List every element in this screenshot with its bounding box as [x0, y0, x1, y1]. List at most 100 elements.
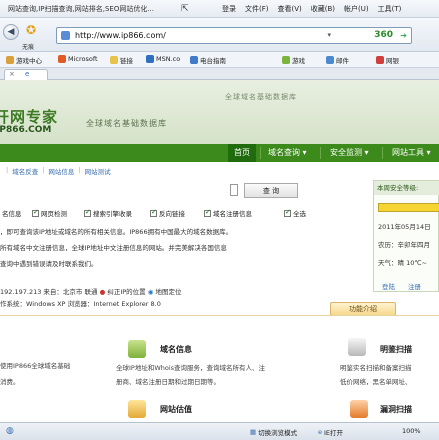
- left-text-line: 消费。: [0, 378, 20, 386]
- site-slogan: 全球域名基础数据库: [86, 119, 167, 128]
- menu-account[interactable]: 帐户(U): [344, 4, 369, 14]
- checkbox-icon[interactable]: [32, 208, 39, 217]
- checkbox-whois[interactable]: 域名注册信息: [204, 208, 252, 218]
- status-label: 切换浏览模式: [258, 429, 298, 437]
- menu-view[interactable]: 查看(V): [278, 4, 302, 14]
- divider: |: [42, 166, 45, 174]
- go-arrow-icon[interactable]: ➔: [400, 31, 407, 40]
- correct-ip-link[interactable]: 纠正IP的位置: [107, 288, 145, 296]
- security-level-label: 本周安全等级:: [374, 181, 439, 195]
- nav-security[interactable]: 安全监测 ▾: [330, 144, 369, 162]
- bookmark-label: 游戏中心: [16, 57, 42, 65]
- search-input[interactable]: [230, 184, 238, 196]
- favorites-label: 无痕: [22, 44, 35, 51]
- url-text[interactable]: http://www.ip866.com/: [75, 31, 166, 40]
- page-icon: [61, 31, 70, 40]
- bookmark-label: 游戏: [292, 57, 305, 65]
- security-calendar-widget: 本周安全等级: 2011年05月14日 农历：辛卯年四月 天气：晴 10℃~ 登…: [373, 180, 439, 292]
- nav-web-tools[interactable]: 网站工具 ▾: [392, 144, 431, 162]
- menu-tools[interactable]: 工具(T): [378, 4, 402, 14]
- features-divider: [0, 315, 439, 316]
- menu-login[interactable]: 登录: [222, 4, 236, 14]
- features-tab[interactable]: 功能介绍: [330, 302, 396, 316]
- checkbox-icon[interactable]: [150, 208, 157, 217]
- subnav-site-info[interactable]: 网站信息: [48, 166, 74, 178]
- error-icon: ●: [99, 288, 106, 296]
- switch-icon: ▦: [250, 428, 257, 436]
- register-link[interactable]: 注册: [408, 281, 421, 291]
- address-bar[interactable]: http://www.ip866.com/ ▾ 360 ➔: [56, 27, 412, 44]
- bookmark-games-center[interactable]: 游戏中心: [6, 55, 42, 65]
- domain-info-icon: [128, 340, 146, 358]
- checkbox-icon[interactable]: [84, 208, 91, 217]
- menu-favorites[interactable]: 收藏(B): [311, 4, 335, 14]
- feature-title-valuation[interactable]: 网站估值: [160, 404, 192, 415]
- calendar-date: 2011年05月14日: [378, 223, 431, 231]
- games-icon: [6, 56, 14, 64]
- bookmark-radio[interactable]: 电台指南: [190, 55, 226, 65]
- nav-divider: [382, 147, 383, 159]
- checkbox-backlinks[interactable]: 反向链接: [150, 208, 185, 218]
- checkbox-label: 搜索引擎收录: [93, 210, 132, 218]
- search-button[interactable]: 查 询: [244, 183, 298, 198]
- bookmark-game[interactable]: 游戏: [282, 55, 305, 65]
- checkbox-webpage-check[interactable]: 网页检测: [32, 208, 67, 218]
- folder-icon: [110, 56, 118, 64]
- radio-icon: [190, 56, 198, 64]
- bank-icon: [376, 56, 384, 64]
- bookmark-bank[interactable]: 网银: [376, 55, 399, 65]
- nav-home[interactable]: 首页: [228, 144, 256, 162]
- switch-mode-button[interactable]: ▦ 切换浏览模式: [250, 427, 297, 437]
- nav-domain-query[interactable]: 域名查询 ▾: [268, 144, 307, 162]
- feature-title-domain[interactable]: 域名信息: [160, 344, 192, 355]
- bookmark-msn[interactable]: MSN.co: [146, 55, 180, 63]
- bookmark-label: 电台指南: [200, 57, 226, 65]
- os-browser-info: 作系统：Windows XP 浏览器：Internet Explorer 8.0: [0, 300, 161, 308]
- feature-title-scan[interactable]: 明鉴扫描: [380, 344, 412, 355]
- open-in-ie-button[interactable]: e IE打开: [318, 427, 343, 437]
- bookmark-links[interactable]: 链接: [110, 55, 133, 65]
- nav-divider: [260, 147, 261, 159]
- favorites-star-icon[interactable]: ✪: [26, 23, 36, 37]
- menu-file[interactable]: 文件(F): [245, 4, 269, 14]
- checkbox-icon[interactable]: [204, 208, 211, 217]
- checkbox-label: 网页检测: [41, 210, 67, 218]
- checkbox-label: 反向链接: [159, 210, 185, 218]
- zoom-level[interactable]: 100%: [402, 427, 421, 435]
- msn-icon: [146, 55, 154, 63]
- dropdown-icon[interactable]: ▾: [327, 31, 331, 39]
- left-text-line: 使用IP866全球域名基础: [0, 362, 71, 370]
- login-link[interactable]: 登陆: [382, 281, 395, 291]
- bookmarks-bar: 游戏中心 Microsoft 链接 MSN.co 电台指南 游戏 邮件 网银: [0, 52, 439, 68]
- bookmark-mail[interactable]: 邮件: [326, 55, 349, 65]
- tab-current[interactable]: × e: [4, 69, 48, 80]
- site-slogan-watermark: 全球域名基础数据库: [225, 93, 297, 101]
- description-line: ，即可查询该IP地址或域名的所有相关信息。IP866拥有中国最大的域名数据库。: [0, 228, 233, 236]
- menu-bar: 登录 文件(F) 查看(V) 收藏(B) 帐户(U) 工具(T): [222, 4, 401, 14]
- nav-divider: [320, 147, 321, 159]
- bookmark-label: 邮件: [336, 57, 349, 65]
- ie-icon: e: [25, 70, 30, 78]
- checkbox-search-index[interactable]: 搜索引擎收录: [84, 208, 132, 218]
- subnav-domain-reverse[interactable]: 域名反查: [12, 166, 38, 178]
- checkbox-icon[interactable]: [284, 208, 291, 217]
- subnav-site-test[interactable]: 网站测试: [85, 166, 111, 178]
- ie-icon: e: [318, 428, 322, 436]
- close-tab-icon[interactable]: ×: [9, 70, 15, 78]
- feature-title-vulnerability[interactable]: 漏洞扫描: [380, 404, 412, 415]
- map-pin-icon: ◉: [147, 288, 154, 296]
- window-title: 网站查询,IP扫描查询,网站排名,SEO网站优化...: [8, 5, 155, 13]
- main-navigation: 首页 域名查询 ▾ 安全监测 ▾ 网站工具 ▾: [0, 144, 439, 162]
- browser-window: 网站查询,IP扫描查询,网站排名,SEO网站优化... ⇱ 登录 文件(F) 查…: [0, 0, 439, 440]
- site-logo[interactable]: 开网专家: [0, 106, 58, 127]
- bookmark-label: Microsoft: [68, 55, 98, 63]
- status-globe-icon: ◍: [6, 426, 14, 436]
- divider: |: [78, 166, 81, 174]
- map-location-link[interactable]: 地图定位: [155, 288, 181, 296]
- bookmark-microsoft[interactable]: Microsoft: [58, 55, 98, 63]
- status-label: IE打开: [324, 429, 344, 437]
- back-icon[interactable]: ◀: [3, 24, 19, 40]
- checkbox-select-all[interactable]: 全选: [284, 208, 306, 218]
- divider: |: [6, 166, 9, 174]
- description-line: 所有域名中文注册信息，全球IP地址中文注册信息的网站。并完美解决各国信息: [0, 244, 227, 252]
